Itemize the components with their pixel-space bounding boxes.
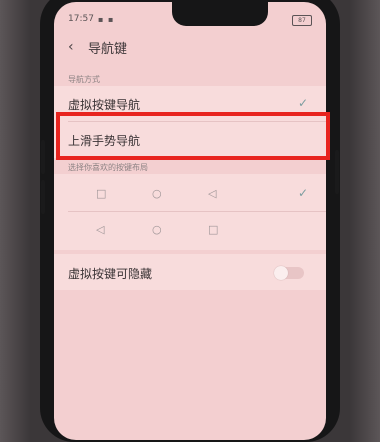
nav-section-label: 导航方式 [68, 75, 100, 84]
circle-icon: ○ [152, 187, 162, 200]
square-icon: □ [96, 187, 107, 200]
check-icon: ✓ [297, 186, 308, 200]
volume-button [41, 140, 45, 174]
square-icon: □ [208, 223, 219, 236]
phone-screen: 17:57 ▪ ▪ 87 ‹ 导航键 导航方式 虚拟按键导航 ✓ 上滑手势导航 … [54, 2, 326, 440]
status-bar: 17:57 ▪ ▪ 87 [54, 14, 326, 28]
page-title: 导航键 [88, 42, 128, 57]
signal-icon: ▪ ▪ [98, 15, 115, 24]
circle-icon: ○ [152, 223, 162, 236]
status-time: 17:57 [68, 14, 94, 24]
layout-options-group: □ ○ ◁ ✓ ◁ ○ □ [54, 174, 326, 250]
highlight-box [56, 112, 330, 160]
hide-virtual-keys-row[interactable]: 虚拟按键可隐藏 [54, 255, 326, 289]
header: ‹ 导航键 [54, 32, 326, 62]
volume-button [41, 180, 45, 214]
back-icon[interactable]: ‹ [68, 39, 82, 55]
layout-section-label: 选择你喜欢的按键布局 [68, 163, 148, 172]
layout-option-1[interactable]: □ ○ ◁ ✓ [54, 176, 326, 210]
toggle-knob [274, 266, 288, 280]
hide-keys-toggle[interactable] [274, 266, 304, 280]
nav-option-label: 虚拟按键导航 [68, 98, 141, 112]
layout-option-2[interactable]: ◁ ○ □ [54, 212, 326, 246]
power-button [335, 150, 339, 194]
check-icon: ✓ [297, 96, 308, 110]
hide-option-label: 虚拟按键可隐藏 [68, 267, 153, 281]
hide-option-group: 虚拟按键可隐藏 [54, 254, 326, 290]
battery-icon: 87 [292, 15, 312, 26]
triangle-left-icon: ◁ [96, 223, 105, 236]
triangle-left-icon: ◁ [208, 187, 217, 200]
